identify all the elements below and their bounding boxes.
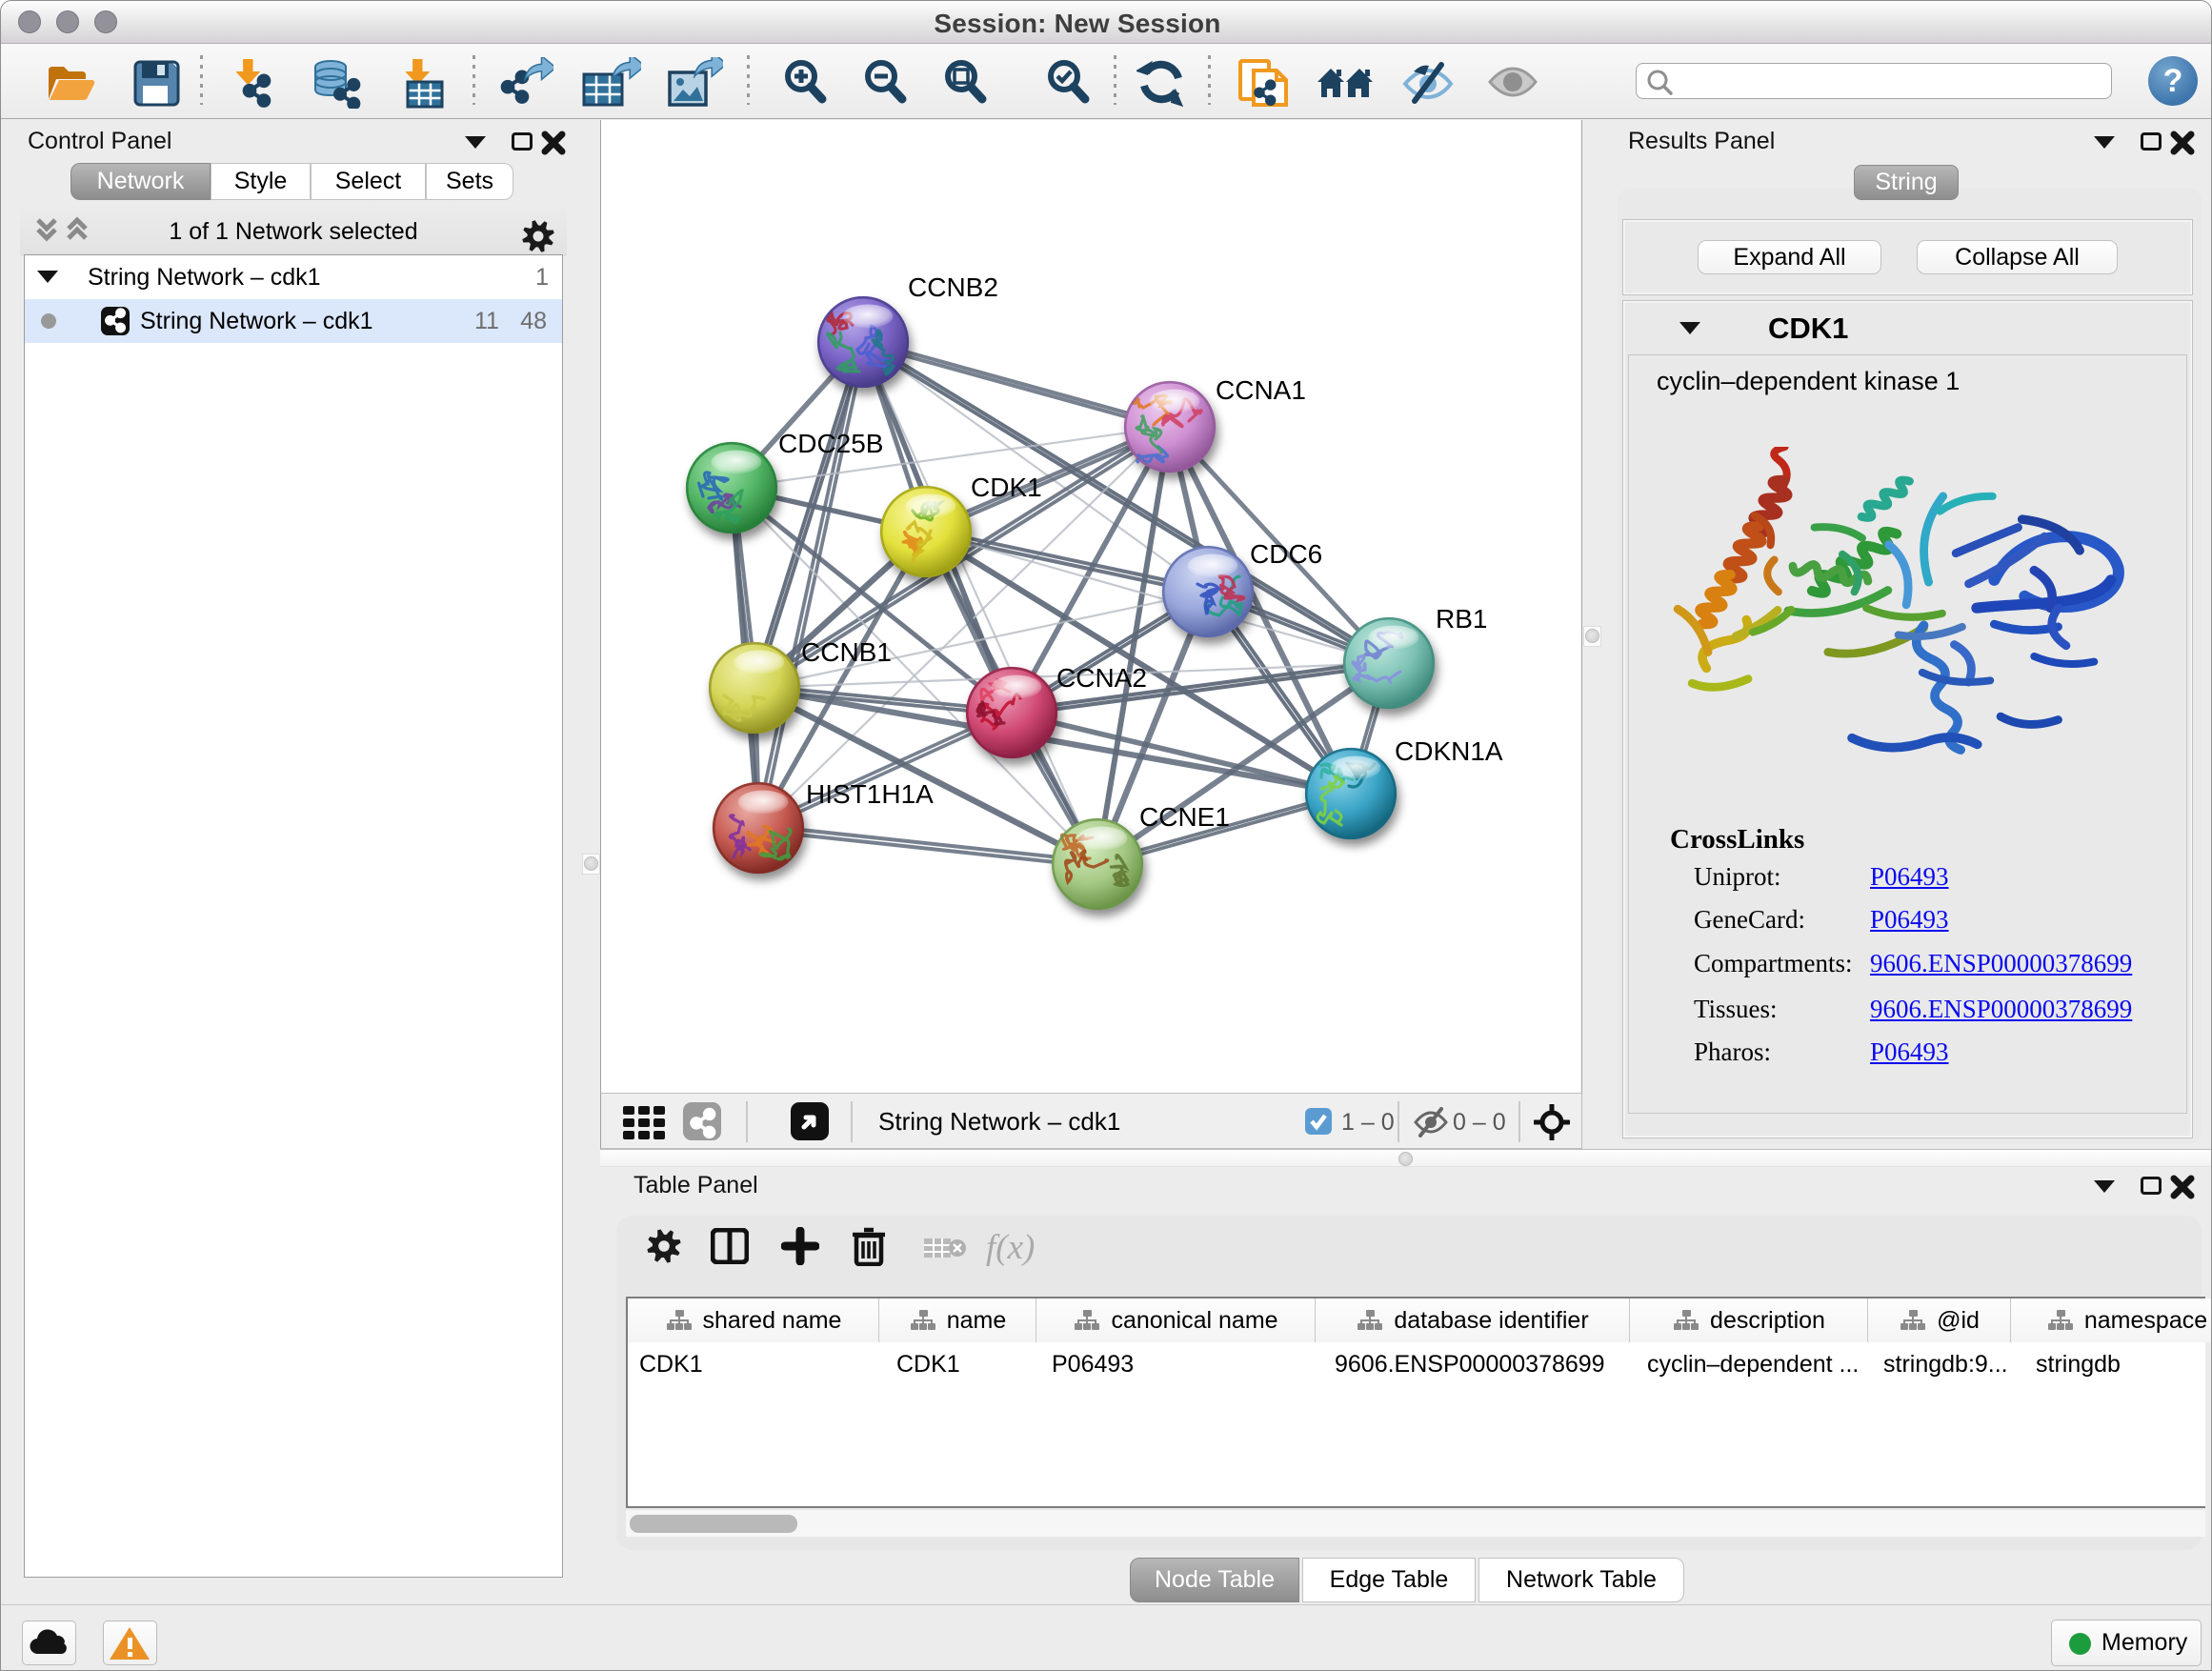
svg-text:RB1: RB1 [1436, 604, 1487, 634]
svg-text:CCNE1: CCNE1 [1139, 802, 1230, 832]
svg-text:HIST1H1A: HIST1H1A [806, 779, 934, 809]
svg-text:CCNB2: CCNB2 [908, 272, 998, 302]
svg-text:CCNB1: CCNB1 [801, 637, 892, 667]
svg-text:CDK1: CDK1 [971, 473, 1042, 502]
svg-text:CCNA1: CCNA1 [1216, 375, 1306, 405]
svg-text:CCNA2: CCNA2 [1056, 663, 1147, 693]
svg-text:CDKN1A: CDKN1A [1395, 736, 1503, 766]
svg-text:CDC6: CDC6 [1250, 539, 1322, 569]
svg-text:CDC25B: CDC25B [778, 429, 883, 458]
